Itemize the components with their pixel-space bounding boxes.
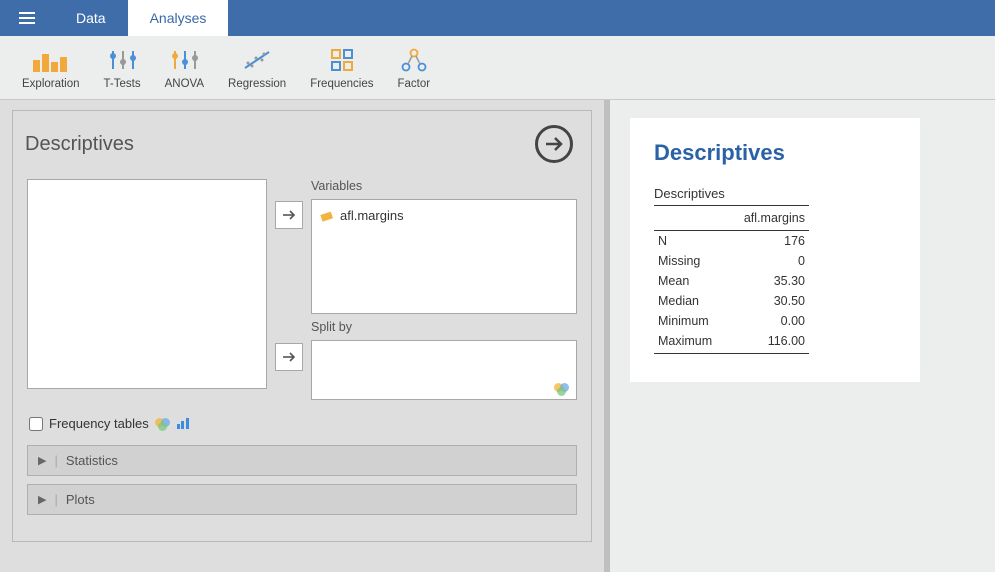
main: Descriptives: [0, 100, 995, 572]
stat-label: Missing: [654, 251, 727, 271]
arrow-right-icon: [282, 351, 296, 363]
topbar: Data Analyses: [0, 0, 995, 36]
results-tbody: N176Missing0Mean35.30Median30.50Minimum0…: [654, 231, 809, 354]
ribbon-exploration[interactable]: Exploration: [10, 46, 92, 90]
stat-value: 30.50: [727, 291, 809, 311]
arrow-right-icon: [282, 209, 296, 221]
regression-icon: [242, 46, 272, 74]
anova-icon: [169, 46, 199, 74]
options-pane: Descriptives: [0, 100, 610, 572]
ribbon-ttests[interactable]: T-Tests: [92, 46, 153, 90]
tab-analyses[interactable]: Analyses: [128, 0, 229, 36]
splitby-list[interactable]: [311, 340, 577, 400]
frequency-tables-label: Frequency tables: [49, 416, 149, 431]
plots-section[interactable]: ▶ | Plots: [27, 484, 577, 515]
variables-label: Variables: [311, 179, 577, 193]
ribbon-anova[interactable]: ANOVA: [153, 46, 216, 90]
frequency-tables-checkbox[interactable]: [29, 417, 43, 431]
tab-data[interactable]: Data: [54, 0, 128, 36]
splitby-label: Split by: [311, 320, 577, 334]
source-variable-list[interactable]: [27, 179, 267, 389]
results-table: afl.margins N176Missing0Mean35.30Median3…: [654, 205, 809, 354]
move-to-variables-button[interactable]: [275, 201, 303, 229]
variable-item[interactable]: afl.margins: [318, 206, 570, 225]
chevron-right-icon: ▶: [38, 454, 46, 467]
menu-button[interactable]: [0, 0, 54, 36]
results-row: Maximum116.00: [654, 331, 809, 354]
stat-label: Maximum: [654, 331, 727, 354]
exploration-icon: [33, 46, 69, 74]
stat-label: Median: [654, 291, 727, 311]
results-subtitle: Descriptives: [654, 186, 896, 201]
ttests-icon: [107, 46, 137, 74]
frequency-tables-row: Frequency tables: [27, 410, 577, 445]
stat-label: Mean: [654, 271, 727, 291]
frequencies-icon: [330, 46, 354, 74]
stat-value: 0.00: [727, 311, 809, 331]
panel-header: Descriptives: [13, 111, 591, 169]
ribbon-frequencies[interactable]: Frequencies: [298, 46, 385, 90]
continuous-variable-icon: [320, 209, 334, 223]
collapse-panel-button[interactable]: [535, 125, 573, 163]
results-row: Median30.50: [654, 291, 809, 311]
results-title: Descriptives: [654, 140, 896, 166]
statistics-section[interactable]: ▶ | Statistics: [27, 445, 577, 476]
arrow-right-icon: [543, 133, 565, 155]
results-row: Missing0: [654, 251, 809, 271]
results-row: N176: [654, 231, 809, 252]
chevron-right-icon: ▶: [38, 493, 46, 506]
descriptives-panel: Descriptives: [12, 110, 592, 542]
results-column-header: afl.margins: [727, 206, 809, 231]
results-card: Descriptives Descriptives afl.margins N1…: [630, 118, 920, 382]
stat-value: 176: [727, 231, 809, 252]
results-pane: Descriptives Descriptives afl.margins N1…: [610, 100, 995, 572]
results-row: Minimum0.00: [654, 311, 809, 331]
ribbon-regression[interactable]: Regression: [216, 46, 298, 90]
factor-icon: [401, 46, 427, 74]
move-to-splitby-button[interactable]: [275, 343, 303, 371]
hamburger-icon: [19, 12, 35, 24]
stat-value: 35.30: [727, 271, 809, 291]
stat-label: N: [654, 231, 727, 252]
ordinal-type-icon: [177, 418, 189, 429]
ribbon-factor[interactable]: Factor: [386, 46, 443, 90]
panel-title: Descriptives: [25, 133, 134, 156]
nominal-type-icon: [155, 418, 171, 430]
stat-value: 116.00: [727, 331, 809, 354]
results-row: Mean35.30: [654, 271, 809, 291]
ribbon: Exploration T-Tests ANOVA Regression Fre…: [0, 36, 995, 100]
nominal-accepted-icon: [554, 383, 570, 395]
stat-label: Minimum: [654, 311, 727, 331]
variables-list[interactable]: afl.margins: [311, 199, 577, 314]
stat-value: 0: [727, 251, 809, 271]
